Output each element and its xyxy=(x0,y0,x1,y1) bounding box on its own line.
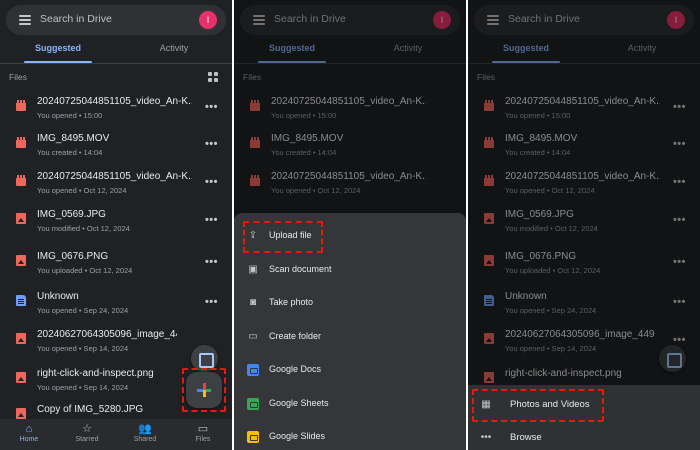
divider xyxy=(0,63,232,64)
file-row[interactable]: 20240725044851105_video_An-K... You open… xyxy=(0,90,232,127)
image-file-icon xyxy=(16,255,26,266)
file-meta: You opened • 15:00 xyxy=(37,111,103,120)
file-row[interactable]: IMG_8495.MOV You created • 14:04 ••• xyxy=(0,127,232,164)
file-name: IMG_0569.JPG xyxy=(37,209,106,220)
menu-item-create-folder[interactable]: ▭ Create folder xyxy=(234,322,466,352)
file-row[interactable]: Unknown You opened • Sep 24, 2024 ••• xyxy=(0,285,232,322)
google-docs-icon xyxy=(247,364,259,376)
image-file-icon xyxy=(16,333,26,344)
file-meta: You opened • Oct 12, 2024 xyxy=(37,186,127,195)
image-file-icon xyxy=(16,372,26,383)
more-options-icon[interactable]: ••• xyxy=(205,256,218,268)
more-options-icon[interactable]: ••• xyxy=(205,214,218,226)
nav-files[interactable]: ▭ Files xyxy=(174,422,232,443)
people-icon: 👥 xyxy=(138,423,152,435)
search-bar[interactable]: Search in Drive I xyxy=(6,5,226,35)
nav-starred[interactable]: ☆ Starred xyxy=(58,422,116,443)
menu-item-take-photo[interactable]: ◙ Take photo xyxy=(234,288,466,318)
nav-home[interactable]: ⌂ Home xyxy=(0,422,58,443)
file-name: IMG_0676.PNG xyxy=(37,251,109,262)
grid-icon[interactable] xyxy=(208,72,218,82)
folder-icon: ▭ xyxy=(197,423,209,435)
video-file-icon xyxy=(16,137,26,148)
menu-item-browse[interactable]: ••• Browse xyxy=(468,423,700,450)
file-name: right-click-and-inspect.png xyxy=(37,368,154,379)
drive-home-panel-1: Search in Drive I Suggested Activity Fil… xyxy=(0,0,232,450)
image-file-icon xyxy=(16,408,26,419)
file-name: Copy of IMG_5280.JPG xyxy=(37,404,144,415)
nav-shared[interactable]: 👥 Shared xyxy=(116,422,174,443)
file-meta: You opened • Sep 14, 2024 xyxy=(37,383,129,392)
drive-new-menu-panel: Search in Drive I Suggested Activity Fil… xyxy=(234,0,466,450)
highlight-box xyxy=(472,389,604,422)
file-meta: You uploaded • Oct 12, 2024 xyxy=(37,266,133,275)
menu-item-scan-document[interactable]: ▣ Scan document xyxy=(234,255,466,285)
search-input[interactable]: Search in Drive xyxy=(40,13,112,25)
file-meta: You created • 14:04 xyxy=(37,148,103,157)
image-file-icon xyxy=(16,213,26,224)
file-meta: You opened • Sep 24, 2024 xyxy=(37,306,129,315)
more-options-icon[interactable]: ••• xyxy=(205,176,218,188)
file-row[interactable]: IMG_0569.JPG You modified • Oct 12, 2024… xyxy=(0,203,232,240)
highlight-box xyxy=(182,368,226,412)
google-slides-icon xyxy=(247,431,259,443)
file-row[interactable]: 20240725044851105_video_An-K... You open… xyxy=(0,165,232,202)
home-icon: ⌂ xyxy=(25,423,33,435)
menu-icon[interactable] xyxy=(19,15,31,25)
file-name: 20240725044851105_video_An-K... xyxy=(37,171,192,182)
files-section-label: Files xyxy=(9,72,27,82)
tab-suggested[interactable]: Suggested xyxy=(0,43,116,53)
google-sheets-icon xyxy=(247,398,259,410)
file-name: 20240725044851105_video_An-K... xyxy=(37,96,192,107)
scrim-overlay[interactable] xyxy=(468,0,700,450)
file-name: Unknown xyxy=(37,291,79,302)
more-icon: ••• xyxy=(480,432,492,443)
video-file-icon xyxy=(16,175,26,186)
upload-source-menu: ▦ Photos and Videos ••• Browse xyxy=(468,385,700,450)
camera-icon: ◙ xyxy=(249,297,257,308)
video-file-icon xyxy=(16,100,26,111)
more-options-icon[interactable]: ••• xyxy=(205,138,218,150)
new-item-bottom-sheet: ⇪ Upload file ▣ Scan document ◙ Take pho… xyxy=(234,213,466,450)
menu-item-google-slides[interactable]: Google Slides xyxy=(234,422,466,450)
menu-item-google-sheets[interactable]: Google Sheets xyxy=(234,389,466,419)
tab-activity[interactable]: Activity xyxy=(116,43,232,53)
bottom-navigation: ⌂ Home ☆ Starred 👥 Shared ▭ Files xyxy=(0,419,232,450)
more-options-icon[interactable]: ••• xyxy=(205,101,218,113)
scan-icon: ▣ xyxy=(248,264,258,275)
highlight-box xyxy=(243,221,323,253)
star-icon: ☆ xyxy=(82,423,92,435)
file-name: IMG_8495.MOV xyxy=(37,133,110,144)
file-name: 20240627064305096_image_449... xyxy=(37,329,177,340)
file-row[interactable]: IMG_0676.PNG You uploaded • Oct 12, 2024… xyxy=(0,245,232,282)
document-file-icon xyxy=(16,295,26,306)
file-meta: You opened • Sep 14, 2024 xyxy=(37,344,129,353)
more-options-icon[interactable]: ••• xyxy=(205,296,218,308)
menu-item-google-docs[interactable]: Google Docs xyxy=(234,355,466,385)
folder-icon: ▭ xyxy=(248,331,258,342)
file-meta: You modified • Oct 12, 2024 xyxy=(37,224,130,233)
drive-upload-menu-panel: Search in Drive I Suggested Activity Fil… xyxy=(468,0,700,450)
avatar[interactable]: I xyxy=(199,11,217,29)
